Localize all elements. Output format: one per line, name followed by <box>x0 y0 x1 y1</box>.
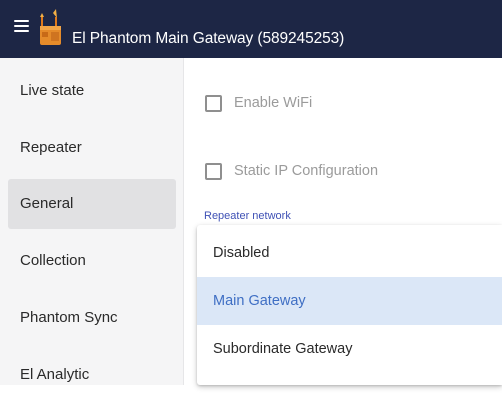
option-main-gateway[interactable]: Main Gateway <box>197 277 502 325</box>
sidebar-item-label: General <box>20 195 74 212</box>
sidebar-item-label: Repeater <box>20 139 82 156</box>
option-subordinate-gateway[interactable]: Subordinate Gateway <box>197 325 502 373</box>
sidebar-item-label: El Analytic <box>20 366 90 383</box>
sidebar-item-live-state[interactable]: Live state <box>8 66 176 116</box>
sidebar-item-el-analytic[interactable]: El Analytic <box>8 350 176 400</box>
repeater-network-label: Repeater network <box>204 210 291 222</box>
sidebar-item-label: Phantom Sync <box>20 309 118 326</box>
enable-wifi-label: Enable WiFi <box>234 95 313 111</box>
sidebar-item-label: Collection <box>20 252 86 269</box>
sidebar-nav: Live state Repeater General Collection P… <box>0 58 184 385</box>
sidebar-item-repeater[interactable]: Repeater <box>8 123 176 173</box>
option-disabled[interactable]: Disabled <box>197 229 502 277</box>
repeater-network-dropdown-menu: Disabled Main Gateway Subordinate Gatewa… <box>197 225 502 385</box>
sidebar-item-collection[interactable]: Collection <box>8 236 176 286</box>
option-label: Main Gateway <box>213 293 306 309</box>
option-label: Disabled <box>213 245 270 261</box>
static-ip-label: Static IP Configuration <box>234 163 379 179</box>
option-label: Subordinate Gateway <box>213 341 353 357</box>
enable-wifi-checkbox[interactable] <box>205 95 222 112</box>
sidebar-item-label: Live state <box>20 82 85 99</box>
sidebar-item-general[interactable]: General <box>8 179 176 229</box>
app-title: El Phantom Main Gateway (589245253) <box>72 30 345 47</box>
app-logo-icon <box>40 9 61 45</box>
app-header: El Phantom Main Gateway (589245253) <box>0 0 502 58</box>
hamburger-menu-icon[interactable] <box>11 15 33 37</box>
static-ip-checkbox[interactable] <box>205 163 222 180</box>
sidebar-item-phantom-sync[interactable]: Phantom Sync <box>8 293 176 343</box>
